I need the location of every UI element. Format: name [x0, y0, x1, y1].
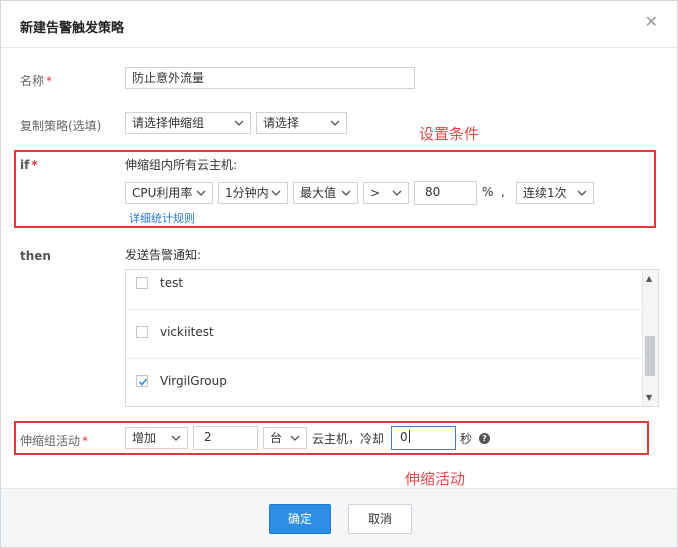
- help-icon[interactable]: ?: [479, 433, 490, 444]
- required-mark: *: [46, 74, 53, 88]
- if-label-text: if: [20, 158, 30, 172]
- dialog-footer: 确定 取消: [1, 488, 677, 547]
- operator-select[interactable]: >: [363, 182, 409, 204]
- instance-count-input[interactable]: 2: [193, 426, 258, 450]
- list-scrollbar[interactable]: ▲ ▼: [642, 270, 658, 406]
- action-select-value: 增加: [132, 431, 157, 445]
- list-item-label: VirgilGroup: [160, 374, 227, 388]
- chevron-down-icon: [330, 116, 340, 130]
- consecutive-times-select-value: 连续1次: [523, 186, 567, 200]
- threshold-input[interactable]: 80: [414, 181, 477, 205]
- cooldown-prefix-text: 云主机，冷却: [312, 432, 385, 446]
- comma-separator: ,: [501, 185, 505, 199]
- period-select[interactable]: 1分钟内: [218, 182, 288, 204]
- detail-rules-link[interactable]: 详细统计规则: [129, 210, 195, 226]
- chevron-down-icon: [341, 186, 351, 200]
- cancel-button[interactable]: 取消: [348, 504, 412, 534]
- annotation-scaling-activity: 伸缩活动: [405, 470, 466, 488]
- then-label: then: [20, 249, 51, 263]
- list-item[interactable]: VirgilGroup: [126, 358, 642, 406]
- dialog-header: 新建告警触发策略 ✕: [1, 1, 677, 48]
- cooldown-input[interactable]: 0: [391, 426, 456, 450]
- chevron-down-icon: [271, 186, 281, 200]
- notification-group-list[interactable]: test vickiitest VirgilGroup ▲ ▼: [125, 269, 659, 407]
- scrollbar-thumb[interactable]: [645, 336, 655, 376]
- copy-policy-label: 复制策略(选填): [20, 119, 102, 133]
- chevron-down-icon: [577, 186, 587, 200]
- chevron-down-icon: [392, 186, 402, 200]
- dialog-title: 新建告警触发策略: [20, 21, 125, 36]
- checkbox[interactable]: [136, 326, 148, 338]
- required-mark: *: [82, 434, 89, 448]
- scaling-group-select[interactable]: 请选择伸缩组: [125, 112, 251, 134]
- policy-select[interactable]: 请选择: [256, 112, 347, 134]
- name-label: 名称 *: [20, 72, 52, 89]
- statistic-select[interactable]: 最大值: [293, 182, 358, 204]
- operator-select-value: >: [370, 186, 381, 200]
- instance-count-value: 2: [204, 430, 212, 444]
- seconds-text: 秒: [460, 432, 473, 446]
- chevron-down-icon: [290, 431, 300, 445]
- scaling-group-select-value: 请选择伸缩组: [132, 116, 205, 130]
- chevron-down-icon: [196, 186, 206, 200]
- metric-select[interactable]: CPU利用率: [125, 182, 213, 204]
- create-alarm-policy-dialog: 新建告警触发策略 ✕ 名称 * 防止意外流量 复制策略(选填) 请选择伸缩组 请选…: [0, 0, 678, 548]
- count-unit-select-value: 台: [270, 431, 283, 445]
- checkmark-icon: [138, 378, 148, 386]
- metric-select-value: CPU利用率: [132, 186, 193, 200]
- chevron-down-icon: [171, 431, 181, 445]
- list-item[interactable]: test: [126, 270, 642, 310]
- threshold-input-value: 80: [425, 185, 441, 199]
- name-input-value: 防止意外流量: [132, 71, 205, 85]
- chevron-down-icon: [234, 116, 244, 130]
- statistic-select-value: 最大值: [300, 186, 337, 200]
- name-input[interactable]: 防止意外流量: [125, 67, 415, 89]
- if-heading: 伸缩组内所有云主机:: [125, 158, 238, 172]
- action-select[interactable]: 增加: [125, 427, 188, 449]
- policy-select-value: 请选择: [263, 116, 300, 130]
- scroll-down-icon[interactable]: ▼: [646, 393, 652, 402]
- scroll-up-icon[interactable]: ▲: [646, 274, 652, 283]
- cooldown-input-value: 0: [400, 430, 408, 444]
- list-item-label: test: [160, 276, 184, 290]
- confirm-button[interactable]: 确定: [269, 504, 331, 534]
- list-item[interactable]: vickiitest: [126, 309, 642, 359]
- annotation-set-condition: 设置条件: [419, 125, 480, 143]
- activity-label: 伸缩组活动 *: [20, 432, 88, 449]
- close-icon[interactable]: ✕: [645, 14, 658, 30]
- name-label-text: 名称: [20, 74, 45, 88]
- checkbox-checked[interactable]: [136, 375, 148, 387]
- then-heading: 发送告警通知:: [125, 248, 202, 262]
- list-item-label: vickiitest: [160, 325, 214, 339]
- activity-label-text: 伸缩组活动: [20, 434, 81, 448]
- period-select-value: 1分钟内: [225, 186, 269, 200]
- count-unit-select[interactable]: 台: [263, 427, 307, 449]
- if-label: if *: [20, 158, 38, 172]
- consecutive-times-select[interactable]: 连续1次: [516, 182, 594, 204]
- percent-unit: %: [482, 185, 494, 199]
- required-mark: *: [31, 158, 38, 172]
- checkbox[interactable]: [136, 277, 148, 289]
- text-cursor: [408, 430, 410, 443]
